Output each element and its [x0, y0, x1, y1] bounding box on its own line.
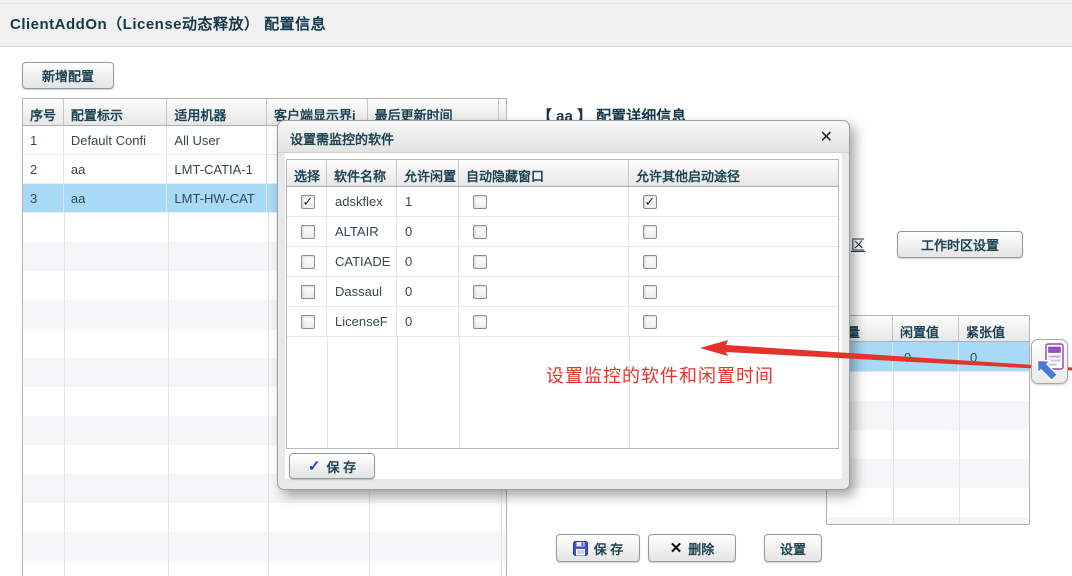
allow-other-checkbox[interactable] [643, 225, 657, 239]
col-allow-other-launch: 允许其他启动途径 [629, 160, 838, 186]
timezone-settings-button[interactable]: 工作时区设置 [897, 231, 1023, 258]
cell-software-name: LicenseF [327, 307, 397, 336]
open-detail-shortcut-button[interactable] [1031, 339, 1068, 384]
settings-button-label: 设置 [780, 539, 806, 558]
cell-seq: 2 [23, 155, 64, 183]
annotation-text: 设置监控的软件和闲置时间 [546, 362, 774, 388]
col-seq: 序号 [23, 99, 64, 125]
save-button[interactable]: 保 存 [556, 534, 640, 562]
cell-label: aa [64, 184, 168, 212]
cell-allow-idle: 0 [397, 247, 459, 276]
auto-hide-checkbox[interactable] [473, 195, 487, 209]
close-icon[interactable]: ✕ [820, 127, 833, 147]
allow-other-checkbox[interactable]: ✓ [643, 195, 657, 209]
software-row[interactable]: Dassaul 0 [287, 277, 838, 307]
software-row[interactable]: ✓ adskflex 1 ✓ [287, 187, 838, 217]
auto-hide-checkbox[interactable] [473, 315, 487, 329]
empty-rows-area [827, 372, 1029, 524]
dialog-title: 设置需监控的软件 [290, 129, 394, 148]
cell-machine: LMT-CATIA-1 [167, 155, 267, 183]
select-checkbox[interactable] [301, 315, 315, 329]
empty-rows-area [287, 337, 838, 448]
cell-label: Default Confi [64, 126, 168, 154]
add-config-button[interactable]: 新增配置 [22, 62, 114, 89]
select-checkbox[interactable] [301, 255, 315, 269]
col-select: 选择 [287, 160, 327, 186]
cell-allow-idle: 0 [397, 277, 459, 306]
delete-button-label: 删除 [688, 539, 714, 558]
allow-other-checkbox[interactable] [643, 285, 657, 299]
allow-other-checkbox[interactable] [643, 315, 657, 329]
cell-seq: 1 [23, 126, 64, 154]
col-busy-value: 紧张值 [959, 316, 1029, 341]
cell-software-name: CATIADE [327, 247, 397, 276]
page-title: ClientAddOn（License动态释放） 配置信息 [10, 13, 326, 34]
col-software-name: 软件名称 [327, 160, 397, 186]
col-allow-idle: 允许闲置 [397, 160, 459, 186]
client-addon-config-page: ClientAddOn（License动态释放） 配置信息 新增配置 序号 配置… [0, 0, 1072, 576]
license-values-table: 数量 闲置值 紧张值 0 0 [826, 315, 1030, 525]
col-config-label: 配置标示 [64, 99, 168, 125]
settings-button[interactable]: 设置 [764, 534, 822, 562]
license-values-header: 数量 闲置值 紧张值 [827, 316, 1029, 342]
delete-x-icon: ✕ [670, 539, 683, 557]
col-machine: 适用机器 [167, 99, 267, 125]
cell-allow-idle: 0 [397, 217, 459, 246]
software-table-header: 选择 软件名称 允许闲置 自动隐藏窗口 允许其他启动途径 [287, 160, 838, 187]
auto-hide-checkbox[interactable] [473, 285, 487, 299]
cell-allow-idle: 1 [397, 187, 459, 216]
save-disk-icon [573, 541, 588, 556]
col-idle-value: 闲置值 [893, 316, 959, 341]
select-checkbox[interactable] [301, 225, 315, 239]
dialog-header: 设置需监控的软件 ✕ [278, 121, 849, 153]
cell-allow-idle: 0 [397, 307, 459, 336]
software-table: 选择 软件名称 允许闲置 自动隐藏窗口 允许其他启动途径 ✓ adskflex … [286, 159, 839, 449]
auto-hide-checkbox[interactable] [473, 225, 487, 239]
software-row[interactable]: CATIADE 0 [287, 247, 838, 277]
cell-machine: LMT-HW-CAT [167, 184, 267, 212]
timezone-link-fragment[interactable]: 区 [851, 235, 865, 255]
check-icon: ✓ [308, 457, 321, 475]
software-row[interactable]: LicenseF 0 [287, 307, 838, 337]
allow-other-checkbox[interactable] [643, 255, 657, 269]
cell-busy-value: 0 [959, 342, 1029, 371]
dialog-body: 选择 软件名称 允许闲置 自动隐藏窗口 允许其他启动途径 ✓ adskflex … [285, 153, 842, 479]
monitored-software-dialog: 设置需监控的软件 ✕ 选择 软件名称 允许闲置 自动隐藏窗口 允许其他启动途径 … [277, 120, 850, 490]
cell-machine: All User [167, 126, 267, 154]
cell-seq: 3 [23, 184, 64, 212]
dialog-save-label: 保 存 [326, 457, 356, 476]
select-checkbox[interactable] [301, 285, 315, 299]
software-row[interactable]: ALTAIR 0 [287, 217, 838, 247]
select-checkbox[interactable]: ✓ [301, 195, 315, 209]
cell-idle-value: 0 [893, 342, 959, 371]
auto-hide-checkbox[interactable] [473, 255, 487, 269]
save-button-label: 保 存 [594, 539, 624, 558]
license-values-row-selected[interactable]: 0 0 [827, 342, 1029, 372]
dialog-save-button[interactable]: ✓ 保 存 [289, 453, 375, 479]
document-arrow-icon [1034, 342, 1065, 381]
col-auto-hide: 自动隐藏窗口 [459, 160, 629, 186]
cell-software-name: adskflex [327, 187, 397, 216]
cell-software-name: Dassaul [327, 277, 397, 306]
delete-button[interactable]: ✕ 删除 [648, 534, 736, 562]
cell-software-name: ALTAIR [327, 217, 397, 246]
cell-label: aa [64, 155, 168, 183]
